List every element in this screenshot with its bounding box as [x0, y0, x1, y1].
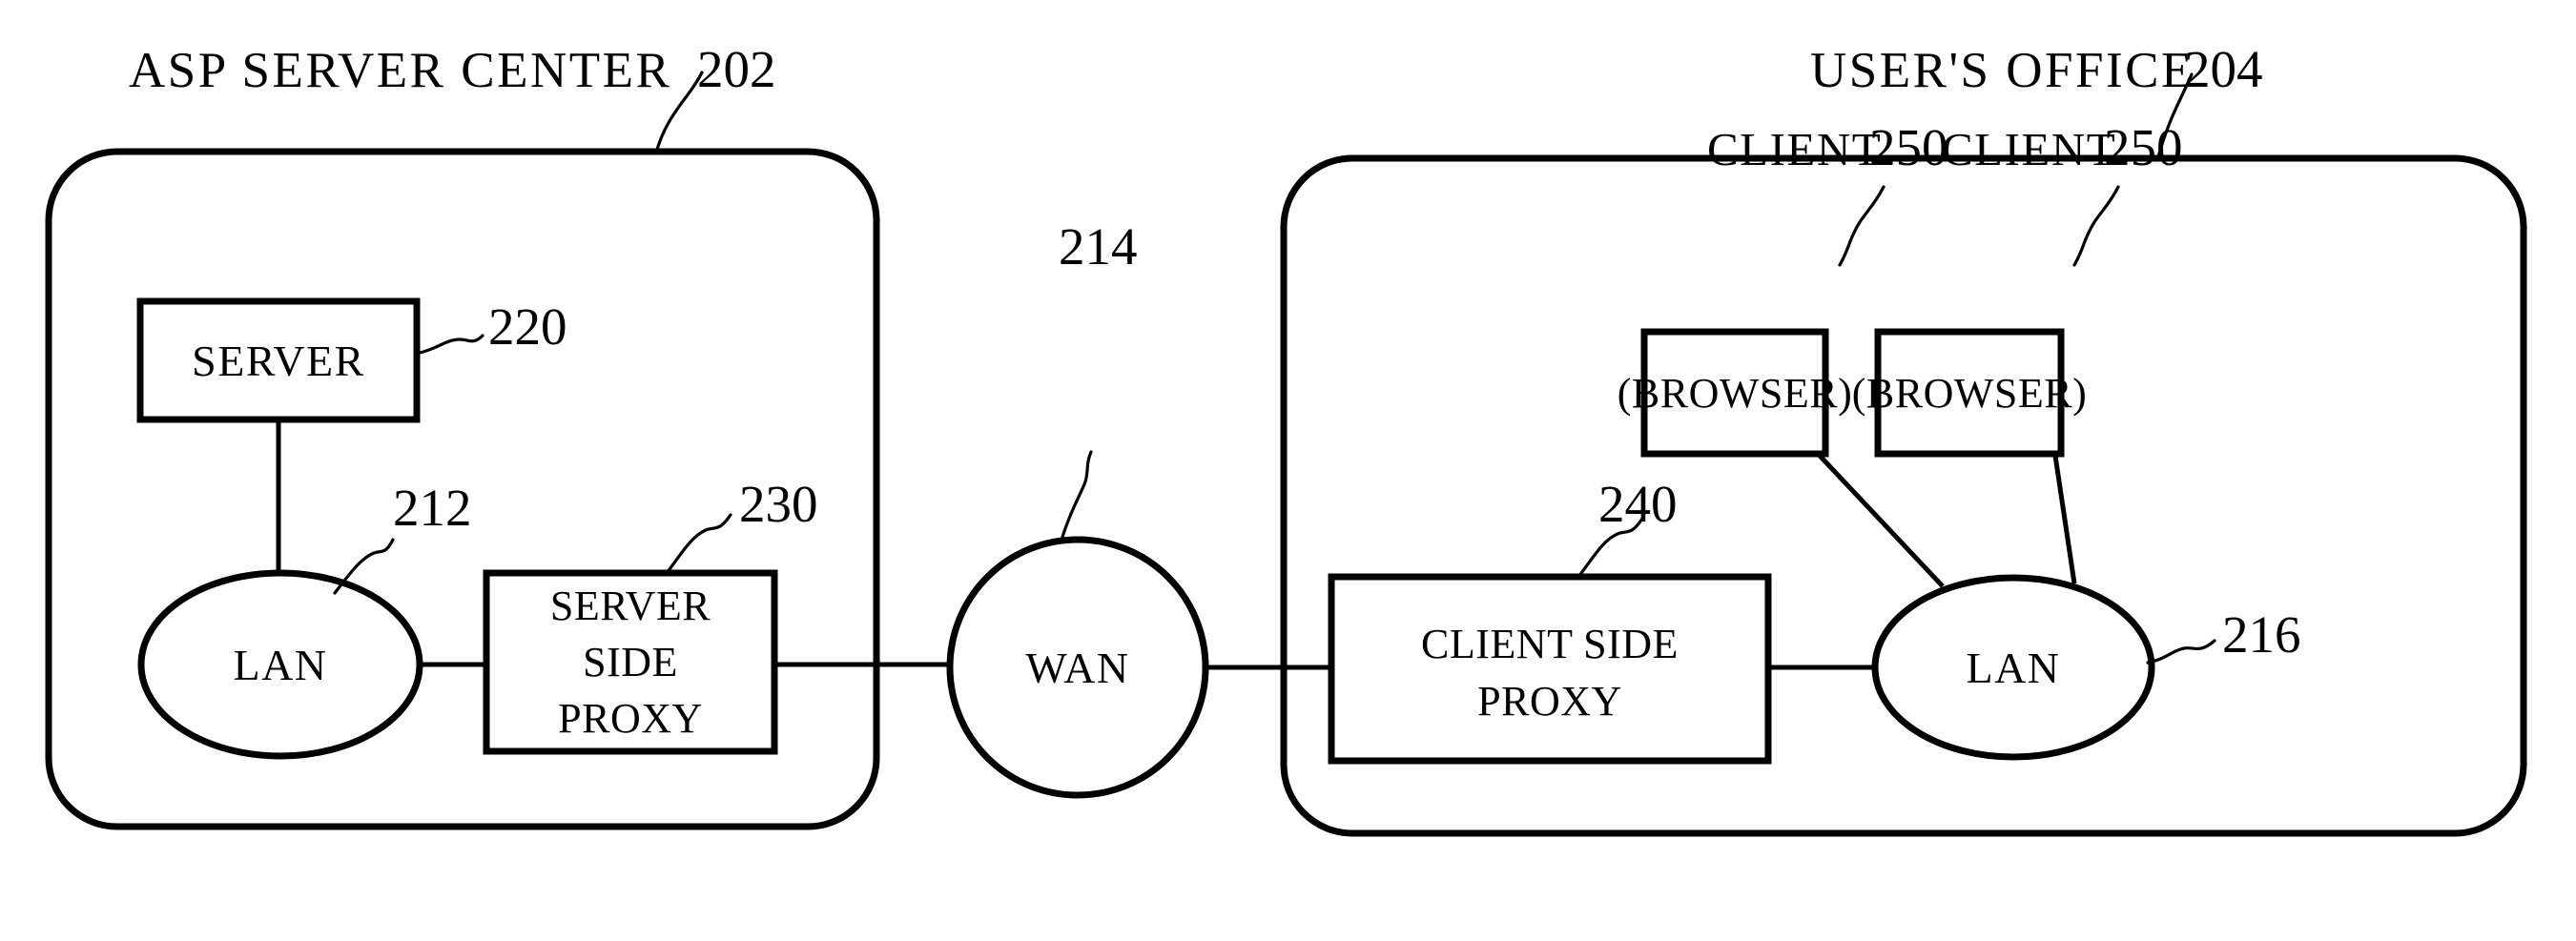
ref-label-220: 220	[488, 297, 567, 356]
server-side-proxy-line3: PROXY	[558, 695, 703, 742]
server-box-label: SERVER	[192, 337, 365, 385]
client-two-browser-label: (BROWSER)	[1852, 370, 2088, 417]
users-office-title: USER'S OFFICE	[1810, 43, 2195, 98]
ref-label-250-two: 250	[2104, 118, 2183, 176]
leader-line-214	[1060, 450, 1093, 542]
client-side-proxy-box	[1328, 573, 1772, 765]
node-lan-right: LAN 216	[1871, 574, 2301, 761]
asp-server-center-title: ASP SERVER CENTER	[129, 43, 671, 98]
link-client-two-to-lan-right	[2052, 455, 2077, 584]
wan-label: WAN	[1025, 644, 1129, 692]
client-two-title: CLIENT	[1942, 123, 2116, 175]
client-side-proxy-line1: CLIENT SIDE	[1421, 621, 1679, 667]
node-lan-left: LAN 212	[137, 479, 472, 760]
ref-label-230: 230	[739, 475, 818, 533]
network-architecture-diagram: ASP SERVER CENTER 202 SERVER 220 LAN 212…	[45, 40, 2527, 837]
leader-line-220	[418, 334, 484, 355]
node-server-side-proxy: SERVER SIDE PROXY 230	[483, 475, 818, 755]
ref-label-204: 204	[2184, 40, 2263, 98]
client-side-proxy-line2: PROXY	[1477, 678, 1622, 725]
leader-line-216	[2146, 639, 2216, 665]
ref-label-214: 214	[1059, 217, 1138, 276]
leader-line-250-two	[2072, 185, 2120, 267]
ref-label-216: 216	[2222, 605, 2301, 664]
ref-label-202: 202	[697, 40, 776, 98]
ref-label-250-one: 250	[1869, 118, 1948, 176]
link-client-one-to-lan-right	[1818, 454, 1945, 588]
node-server: SERVER 220	[136, 297, 567, 423]
client-one-browser-label: (BROWSER)	[1618, 370, 1853, 417]
server-side-proxy-line1: SERVER	[550, 583, 711, 629]
node-wan: WAN 214	[946, 217, 1209, 799]
ref-label-212: 212	[393, 479, 472, 537]
leader-line-250-one	[1838, 185, 1886, 267]
leader-line-230	[666, 513, 732, 574]
client-one-title: CLIENT	[1707, 123, 1882, 175]
lan-right-label: LAN	[1966, 644, 2060, 692]
lan-left-label: LAN	[233, 641, 327, 689]
patent-figure-canvas: ASP SERVER CENTER 202 SERVER 220 LAN 212…	[0, 0, 2576, 941]
server-side-proxy-line2: SIDE	[583, 639, 678, 685]
node-client-side-proxy: CLIENT SIDE PROXY 240	[1328, 475, 1772, 765]
